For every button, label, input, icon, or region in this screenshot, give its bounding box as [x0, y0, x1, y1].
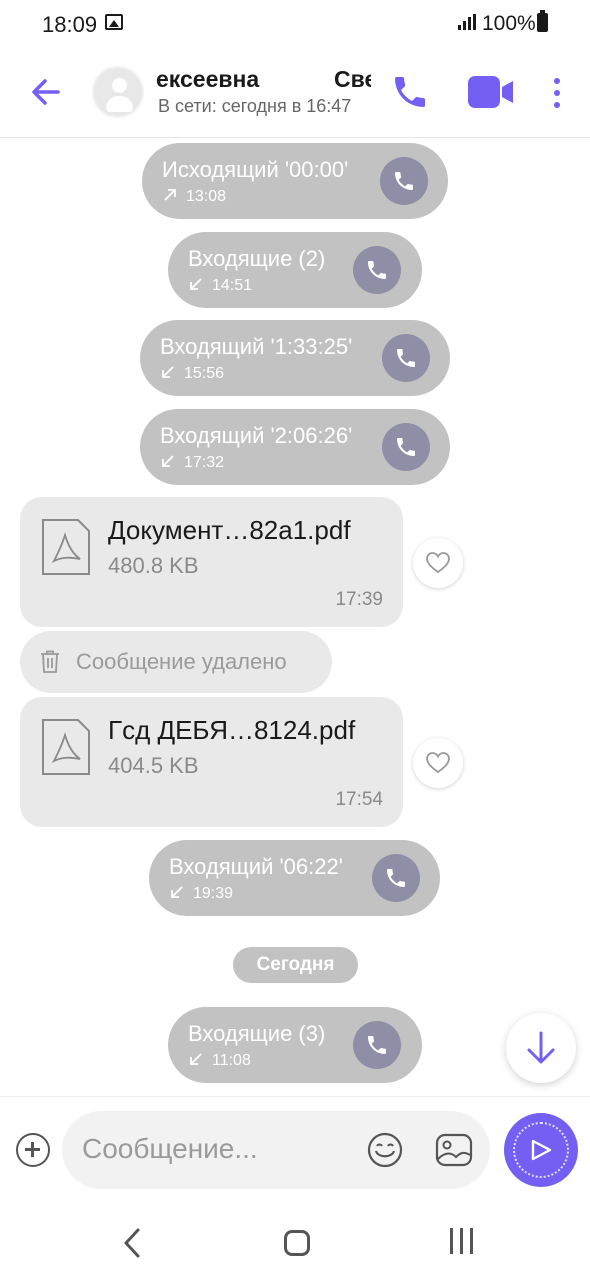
scroll-to-bottom-button[interactable] — [506, 1013, 576, 1083]
call-message[interactable]: Входящий '2:06:26' 17:32 — [140, 409, 450, 485]
message-field[interactable] — [62, 1111, 490, 1189]
file-name: Документ…82a1.pdf — [108, 515, 351, 545]
video-camera-icon — [468, 76, 513, 108]
call-time: 13:08 — [186, 188, 227, 205]
video-call-button[interactable] — [466, 74, 516, 110]
phone-icon — [387, 869, 405, 887]
outgoing-arrow-icon — [164, 189, 176, 201]
call-time: 15:56 — [184, 365, 225, 382]
deleted-message: Сообщение удалено — [20, 631, 332, 693]
call-message[interactable]: Входящий '06:22' 19:39 — [149, 840, 440, 916]
incoming-arrow-icon — [162, 366, 174, 378]
message-time: 17:39 — [335, 589, 383, 610]
nav-back-button[interactable] — [120, 1226, 144, 1260]
date-separator: Сегодня — [233, 947, 358, 983]
phone-icon — [397, 438, 415, 456]
contact-status: В сети: сегодня в 16:47 — [158, 96, 352, 116]
phone-icon — [395, 172, 413, 190]
signal-icon — [458, 14, 476, 30]
call-title: Входящий '06:22' — [169, 854, 343, 879]
message-time: 17:54 — [335, 789, 383, 810]
call-message[interactable]: Исходящий '00:00' 13:08 — [142, 143, 448, 219]
avatar-body — [106, 96, 133, 112]
phone-icon — [368, 1036, 386, 1054]
heart-icon — [426, 752, 450, 774]
call-time: 19:39 — [193, 885, 234, 902]
file-message[interactable]: Гсд ДЕБЯ…8124.pdf 404.5 KB 17:54 — [20, 697, 403, 827]
call-back-button[interactable] — [382, 423, 430, 471]
incoming-arrow-icon — [190, 1053, 202, 1065]
incoming-arrow-icon — [171, 886, 183, 898]
contact-name-part1: ексеевна — [156, 66, 260, 92]
avatar[interactable] — [92, 66, 144, 118]
incoming-arrow-icon — [190, 278, 202, 290]
call-title: Входящий '2:06:26' — [160, 423, 353, 448]
smiley-icon — [367, 1132, 403, 1168]
send-icon — [531, 1139, 552, 1161]
contact-name[interactable]: ексеевна Све — [156, 66, 371, 94]
status-bar: 18:09 100% — [0, 0, 590, 48]
viber-chat-screen: 18:09 100% ексеевна Све В сети: сегодня … — [0, 0, 590, 1280]
arrow-down-icon — [527, 1031, 555, 1064]
like-button[interactable] — [413, 738, 463, 788]
deleted-text: Сообщение удалено — [76, 649, 287, 674]
like-button[interactable] — [413, 538, 463, 588]
call-message[interactable]: Входящий '1:33:25' 15:56 — [140, 320, 450, 396]
contact-name-part2: Све — [334, 66, 371, 92]
send-button[interactable] — [504, 1113, 578, 1187]
call-time: 17:32 — [184, 454, 225, 471]
image-icon — [435, 1133, 473, 1167]
avatar-head — [112, 78, 127, 93]
call-title: Входящие (3) — [188, 1021, 326, 1046]
emoji-button[interactable] — [366, 1131, 404, 1169]
incoming-arrow-icon — [162, 455, 174, 467]
call-message[interactable]: Входящие (3) 11:08 — [168, 1007, 422, 1083]
call-title: Входящий '1:33:25' — [160, 334, 353, 359]
file-size: 480.8 KB — [108, 553, 199, 578]
gallery-notification-icon — [105, 14, 123, 30]
chat-header: ексеевна Све В сети: сегодня в 16:47 — [0, 48, 590, 138]
file-size: 404.5 KB — [108, 753, 199, 778]
call-time: 11:08 — [212, 1052, 251, 1069]
call-time: 14:51 — [212, 277, 253, 294]
call-back-button[interactable] — [382, 334, 430, 382]
system-navigation-bar — [0, 1206, 590, 1280]
battery-icon — [537, 10, 548, 32]
call-back-button[interactable] — [372, 854, 420, 902]
nav-home-button[interactable] — [284, 1230, 310, 1256]
heart-icon — [426, 552, 450, 574]
back-button[interactable] — [26, 72, 66, 112]
call-back-button[interactable] — [353, 246, 401, 294]
voice-call-button[interactable] — [390, 72, 430, 112]
message-list[interactable]: Исходящий '00:00' 13:08 Входящие (2) 14:… — [0, 138, 590, 1096]
file-message[interactable]: Документ…82a1.pdf 480.8 KB 17:39 — [20, 497, 403, 627]
message-input[interactable] — [82, 1129, 362, 1169]
plus-circle-icon[interactable] — [16, 1133, 50, 1167]
call-title: Исходящий '00:00' — [162, 157, 349, 182]
message-composer — [0, 1096, 590, 1206]
phone-icon — [368, 261, 386, 279]
call-message[interactable]: Входящие (2) 14:51 — [168, 232, 422, 308]
nav-recent-apps-button[interactable] — [448, 1228, 476, 1256]
arrow-left-icon — [32, 79, 60, 105]
call-title: Входящие (2) — [188, 246, 326, 271]
battery-percent: 100% — [482, 12, 536, 35]
file-name: Гсд ДЕБЯ…8124.pdf — [108, 715, 356, 745]
phone-icon — [395, 77, 425, 107]
trash-icon — [41, 650, 59, 673]
call-back-button[interactable] — [380, 157, 428, 205]
status-time: 18:09 — [42, 12, 98, 37]
gallery-button[interactable] — [434, 1131, 474, 1169]
call-back-button[interactable] — [353, 1021, 401, 1069]
more-options-button[interactable] — [545, 76, 569, 110]
phone-icon — [397, 349, 415, 367]
chevron-left-icon — [124, 1228, 140, 1258]
pdf-file-icon — [42, 519, 90, 575]
pdf-file-icon — [42, 719, 90, 775]
